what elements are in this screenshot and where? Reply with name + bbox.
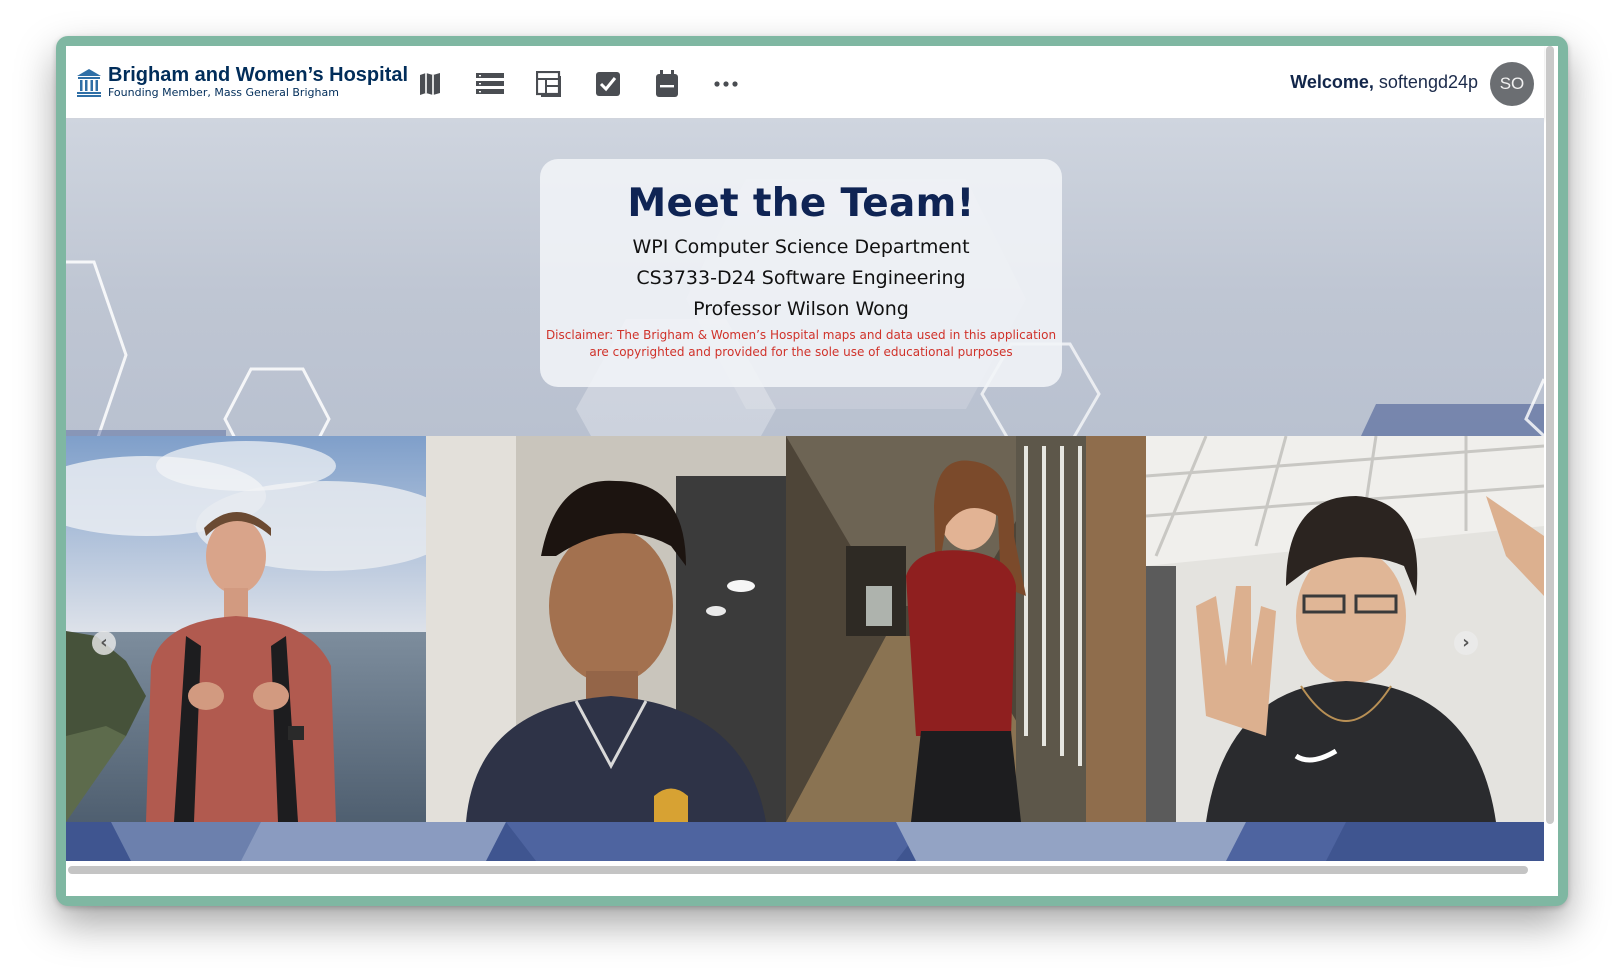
team-member-photo[interactable]	[66, 436, 426, 822]
team-member-photo[interactable]	[426, 436, 786, 822]
hospital-logo[interactable]: Brigham and Women’s Hospital Founding Me…	[76, 64, 408, 100]
username: softengd24p	[1378, 72, 1478, 92]
carousel-next-button[interactable]: ›	[1454, 631, 1478, 655]
professor-line: Professor Wilson Wong	[693, 298, 909, 320]
disclaimer-text: Disclaimer: The Brigham & Women’s Hospit…	[545, 328, 1057, 359]
hospital-building-icon	[77, 69, 101, 97]
vertical-scrollbar[interactable]	[1546, 46, 1554, 824]
page-title: Meet the Team!	[627, 181, 975, 226]
app-viewport: Brigham and Women’s Hospital Founding Me…	[66, 46, 1558, 896]
calendar-icon[interactable]	[652, 69, 682, 99]
list-icon[interactable]	[475, 69, 505, 99]
footer-pattern	[66, 822, 1544, 861]
team-info-card: Meet the Team! WPI Computer Science Depa…	[540, 159, 1062, 387]
welcome-label: Welcome,	[1290, 72, 1374, 92]
brand-name: Brigham and Women’s Hospital	[108, 64, 409, 86]
department-line: WPI Computer Science Department	[632, 236, 970, 258]
team-photo-carousel[interactable]: ‹ ›	[66, 436, 1544, 822]
top-navbar: Brigham and Women’s Hospital Founding Me…	[66, 46, 1544, 119]
carousel-prev-button[interactable]: ‹	[92, 631, 116, 655]
hero-banner: Meet the Team! WPI Computer Science Depa…	[66, 119, 1544, 436]
checkbox-icon[interactable]	[593, 69, 623, 99]
browser-window: Brigham and Women’s Hospital Founding Me…	[56, 36, 1568, 906]
more-icon[interactable]	[711, 69, 741, 99]
welcome-message: Welcome, softengd24p	[1290, 72, 1478, 93]
brand-subtitle: Founding Member, Mass General Brigham	[108, 86, 339, 99]
dashboard-icon[interactable]	[534, 69, 564, 99]
course-line: CS3733-D24 Software Engineering	[636, 267, 966, 289]
team-member-photo[interactable]	[786, 436, 1146, 822]
map-icon[interactable]	[416, 69, 446, 99]
horizontal-scrollbar[interactable]	[68, 866, 1528, 874]
user-avatar[interactable]: SO	[1490, 62, 1534, 106]
team-member-photo[interactable]	[1146, 436, 1544, 822]
